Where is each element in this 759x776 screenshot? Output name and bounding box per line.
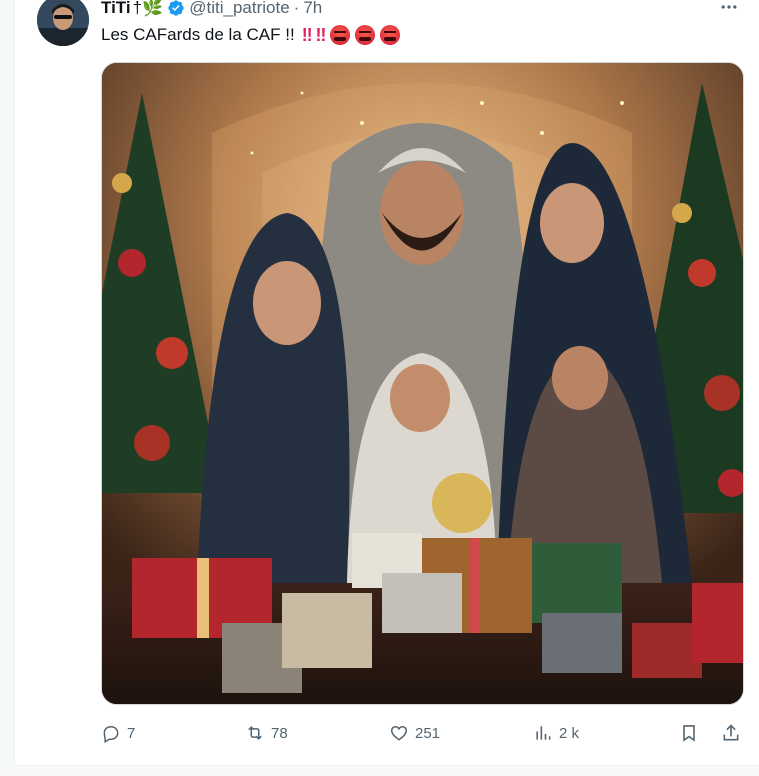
angry-face-icon bbox=[380, 25, 401, 45]
verified-badge-icon bbox=[167, 0, 185, 17]
name-emoji: †🌿 bbox=[132, 0, 164, 17]
action-bar: 7 78 251 2 k bbox=[101, 720, 746, 746]
bookmark-button[interactable] bbox=[679, 723, 699, 743]
repost-icon bbox=[248, 726, 262, 740]
share-button[interactable] bbox=[721, 723, 741, 743]
tweet-card[interactable]: TiTi †🌿 @titi_patriote · 7h Les CAFards … bbox=[14, 0, 759, 766]
more-icon[interactable] bbox=[714, 0, 744, 22]
tweet-text: Les CAFards de la CAF !! ‼ ‼ bbox=[101, 24, 401, 46]
repost-count: 78 bbox=[271, 724, 288, 742]
separator: · bbox=[293, 0, 300, 17]
author-name[interactable]: TiTi bbox=[101, 0, 131, 18]
media-illustration bbox=[102, 63, 743, 704]
views-icon bbox=[536, 726, 551, 740]
avatar[interactable] bbox=[37, 0, 89, 46]
angry-face-icon bbox=[355, 25, 376, 45]
double-exclamation-emoji: ‼ ‼ bbox=[301, 25, 327, 45]
avatar-image bbox=[37, 0, 89, 46]
tweet-body: Les CAFards de la CAF !! bbox=[101, 25, 295, 44]
like-count: 251 bbox=[415, 724, 441, 742]
share-icon bbox=[723, 724, 739, 741]
angry-face-icon bbox=[330, 25, 351, 45]
tweet-media-image[interactable] bbox=[101, 62, 744, 705]
reply-button[interactable]: 7 bbox=[101, 723, 135, 743]
view-count: 2 k bbox=[559, 724, 580, 742]
repost-button[interactable]: 78 bbox=[245, 723, 288, 743]
views-button[interactable]: 2 k bbox=[533, 723, 579, 743]
timestamp[interactable]: 7h bbox=[303, 0, 322, 18]
bookmark-icon bbox=[683, 725, 695, 742]
like-icon bbox=[390, 725, 408, 741]
reply-icon bbox=[103, 726, 119, 743]
author-handle[interactable]: @titi_patriote bbox=[189, 0, 289, 18]
like-button[interactable]: 251 bbox=[389, 723, 440, 743]
reply-count: 7 bbox=[127, 724, 136, 742]
tweet-header: TiTi †🌿 @titi_patriote · 7h bbox=[101, 0, 740, 20]
